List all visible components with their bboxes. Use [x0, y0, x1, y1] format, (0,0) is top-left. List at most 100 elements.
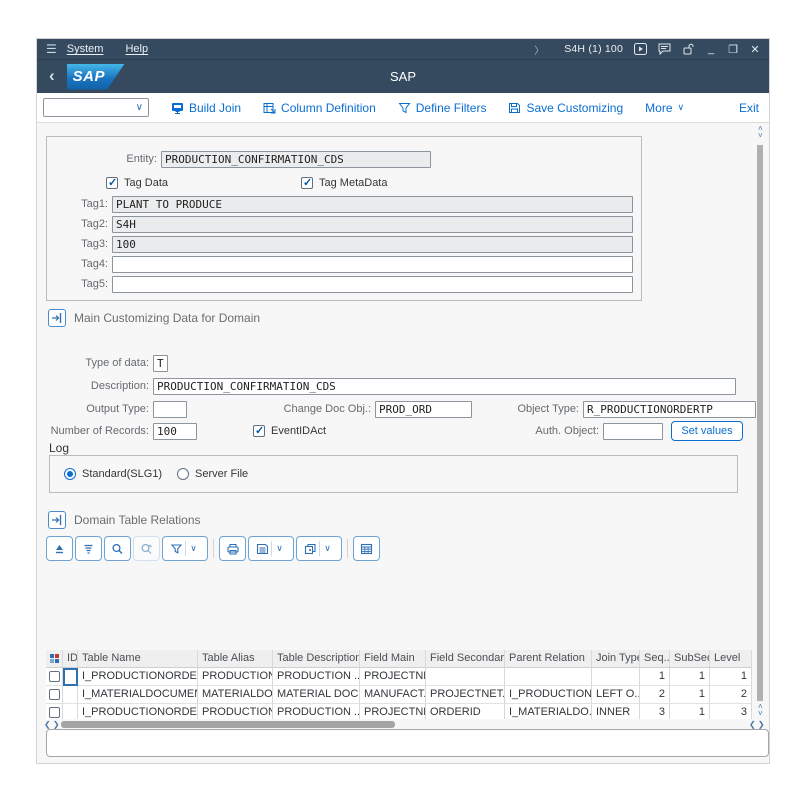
cell-field-secondary[interactable]: ORDERID: [426, 704, 505, 719]
description-input[interactable]: PRODUCTION_CONFIRMATION_CDS: [153, 378, 736, 395]
cell-level[interactable]: 2: [710, 686, 752, 704]
column-header-level[interactable]: Level: [710, 650, 752, 668]
radio-standard-slg1[interactable]: Standard(SLG1): [64, 468, 162, 480]
column-header-id[interactable]: ID: [63, 650, 78, 668]
scroll-down-icon[interactable]: ˄ ˅: [758, 703, 763, 718]
set-values-button[interactable]: Set values: [671, 421, 743, 441]
collapse-section-icon[interactable]: [48, 309, 66, 327]
cell-seq[interactable]: 3: [640, 704, 670, 719]
table-row[interactable]: I_PRODUCTIONORDER... PRODUCTION... PRODU…: [46, 704, 752, 719]
build-join-button[interactable]: Build Join: [171, 101, 241, 115]
cell-level[interactable]: 3: [710, 704, 752, 719]
cell-table-name[interactable]: I_PRODUCTIONORDER: [78, 668, 198, 686]
cell-join-type[interactable]: LEFT O...: [592, 686, 640, 704]
number-of-records-input[interactable]: 100: [153, 423, 197, 440]
gui-scripting-icon[interactable]: [633, 43, 647, 56]
cell-parent-relation[interactable]: [505, 668, 592, 686]
cell-join-type[interactable]: INNER: [592, 704, 640, 719]
chevron-right-icon[interactable]: 〉: [534, 42, 544, 57]
cell-join-type[interactable]: [592, 668, 640, 686]
vertical-scrollbar-thumb[interactable]: [757, 145, 763, 701]
select-all-icon[interactable]: [46, 650, 63, 668]
lock-unlocked-icon[interactable]: [681, 43, 695, 56]
entity-input[interactable]: PRODUCTION_CONFIRMATION_CDS: [161, 151, 431, 168]
column-header-parent-relation[interactable]: Parent Relation: [505, 650, 592, 668]
minimize-button[interactable]: _: [705, 43, 717, 55]
cell-id[interactable]: [63, 704, 78, 719]
cell-table-alias[interactable]: PRODUCTION...: [198, 668, 273, 686]
chevron-down-icon[interactable]: ∨: [271, 541, 286, 556]
cell-table-alias[interactable]: PRODUCTION...: [198, 704, 273, 719]
cell-table-description[interactable]: PRODUCTION ...: [273, 668, 360, 686]
cell-field-main[interactable]: PROJECTNE...: [360, 704, 426, 719]
cell-table-description[interactable]: PRODUCTION ...: [273, 704, 360, 719]
menu-help[interactable]: Help: [125, 43, 148, 55]
output-type-input[interactable]: [153, 401, 187, 418]
cell-subseq[interactable]: 1: [670, 686, 710, 704]
auth-object-input[interactable]: [603, 423, 663, 440]
chat-icon[interactable]: [657, 43, 671, 56]
scroll-right-icon[interactable]: ❮ ❯: [749, 721, 765, 729]
change-doc-input[interactable]: PROD_ORD: [375, 401, 472, 418]
cell-id[interactable]: [63, 668, 78, 686]
more-button[interactable]: More ∨: [645, 101, 684, 115]
radio-server-file[interactable]: Server File: [177, 468, 248, 480]
column-header-field-main[interactable]: Field Main: [360, 650, 426, 668]
tag1-input[interactable]: PLANT TO PRODUCE: [112, 196, 633, 213]
row-checkbox[interactable]: [48, 671, 60, 682]
cell-subseq[interactable]: 1: [670, 668, 710, 686]
cell-id[interactable]: [63, 686, 78, 704]
scroll-up-icon[interactable]: ˄ ˅: [758, 125, 763, 140]
table-row[interactable]: I_MATERIALDOCUMENTI... MATERIALDO... MAT…: [46, 686, 752, 704]
tag-metadata-checkbox[interactable]: Tag MetaData: [301, 176, 387, 189]
choose-layout-button[interactable]: ∨: [296, 536, 342, 561]
close-button[interactable]: ✕: [749, 43, 761, 56]
exit-button[interactable]: Exit: [739, 101, 759, 115]
cell-field-main[interactable]: PROJECTNE...: [360, 668, 426, 686]
command-combobox[interactable]: ∨: [43, 98, 149, 117]
sort-descending-button[interactable]: [75, 536, 102, 561]
tag2-input[interactable]: S4H: [112, 216, 633, 233]
cell-parent-relation[interactable]: I_MATERIALDO...: [505, 704, 592, 719]
cell-parent-relation[interactable]: I_PRODUCTION...: [505, 686, 592, 704]
cell-table-name[interactable]: I_MATERIALDOCUMENTI...: [78, 686, 198, 704]
cell-table-name[interactable]: I_PRODUCTIONORDER...: [78, 704, 198, 719]
maximize-button[interactable]: ❐: [727, 43, 739, 56]
grid-details-button[interactable]: [353, 536, 380, 561]
table-row[interactable]: I_PRODUCTIONORDER PRODUCTION... PRODUCTI…: [46, 668, 752, 686]
column-header-table-description[interactable]: Table Description: [273, 650, 360, 668]
find-next-button[interactable]: [133, 536, 160, 561]
column-header-subseq[interactable]: SubSeq.: [670, 650, 710, 668]
cell-table-alias[interactable]: MATERIALDO...: [198, 686, 273, 704]
type-of-data-input[interactable]: T: [153, 355, 168, 372]
scroll-left-icon[interactable]: ❮ ❯: [44, 721, 60, 729]
column-header-table-alias[interactable]: Table Alias: [198, 650, 273, 668]
define-filters-button[interactable]: Define Filters: [398, 101, 486, 115]
cell-field-secondary[interactable]: PROJECTNET...: [426, 686, 505, 704]
find-button[interactable]: [104, 536, 131, 561]
sort-ascending-button[interactable]: [46, 536, 73, 561]
cell-seq[interactable]: 1: [640, 668, 670, 686]
menu-system[interactable]: System: [67, 43, 104, 55]
chevron-down-icon[interactable]: ∨: [185, 541, 200, 556]
set-filter-button[interactable]: ∨: [162, 536, 208, 561]
cell-field-main[interactable]: MANUFACT...: [360, 686, 426, 704]
cell-field-secondary[interactable]: [426, 668, 505, 686]
eventidact-checkbox[interactable]: EventIDAct: [253, 424, 326, 437]
chevron-down-icon[interactable]: ∨: [319, 541, 334, 556]
save-customizing-button[interactable]: Save Customizing: [508, 101, 623, 115]
object-type-input[interactable]: R_PRODUCTIONORDERTP: [583, 401, 756, 418]
cell-seq[interactable]: 2: [640, 686, 670, 704]
row-checkbox[interactable]: [48, 707, 60, 718]
row-checkbox[interactable]: [48, 689, 60, 700]
column-definition-button[interactable]: Column Definition: [263, 101, 376, 115]
column-header-table-name[interactable]: Table Name: [78, 650, 198, 668]
tag5-input[interactable]: [112, 276, 633, 293]
collapse-section-icon[interactable]: [48, 511, 66, 529]
tag-data-checkbox[interactable]: Tag Data: [106, 176, 168, 189]
hamburger-menu-icon[interactable]: ☰: [46, 42, 57, 56]
column-header-seq[interactable]: Seq...: [640, 650, 670, 668]
print-button[interactable]: [219, 536, 246, 561]
tag4-input[interactable]: [112, 256, 633, 273]
cell-table-description[interactable]: MATERIAL DOC...: [273, 686, 360, 704]
